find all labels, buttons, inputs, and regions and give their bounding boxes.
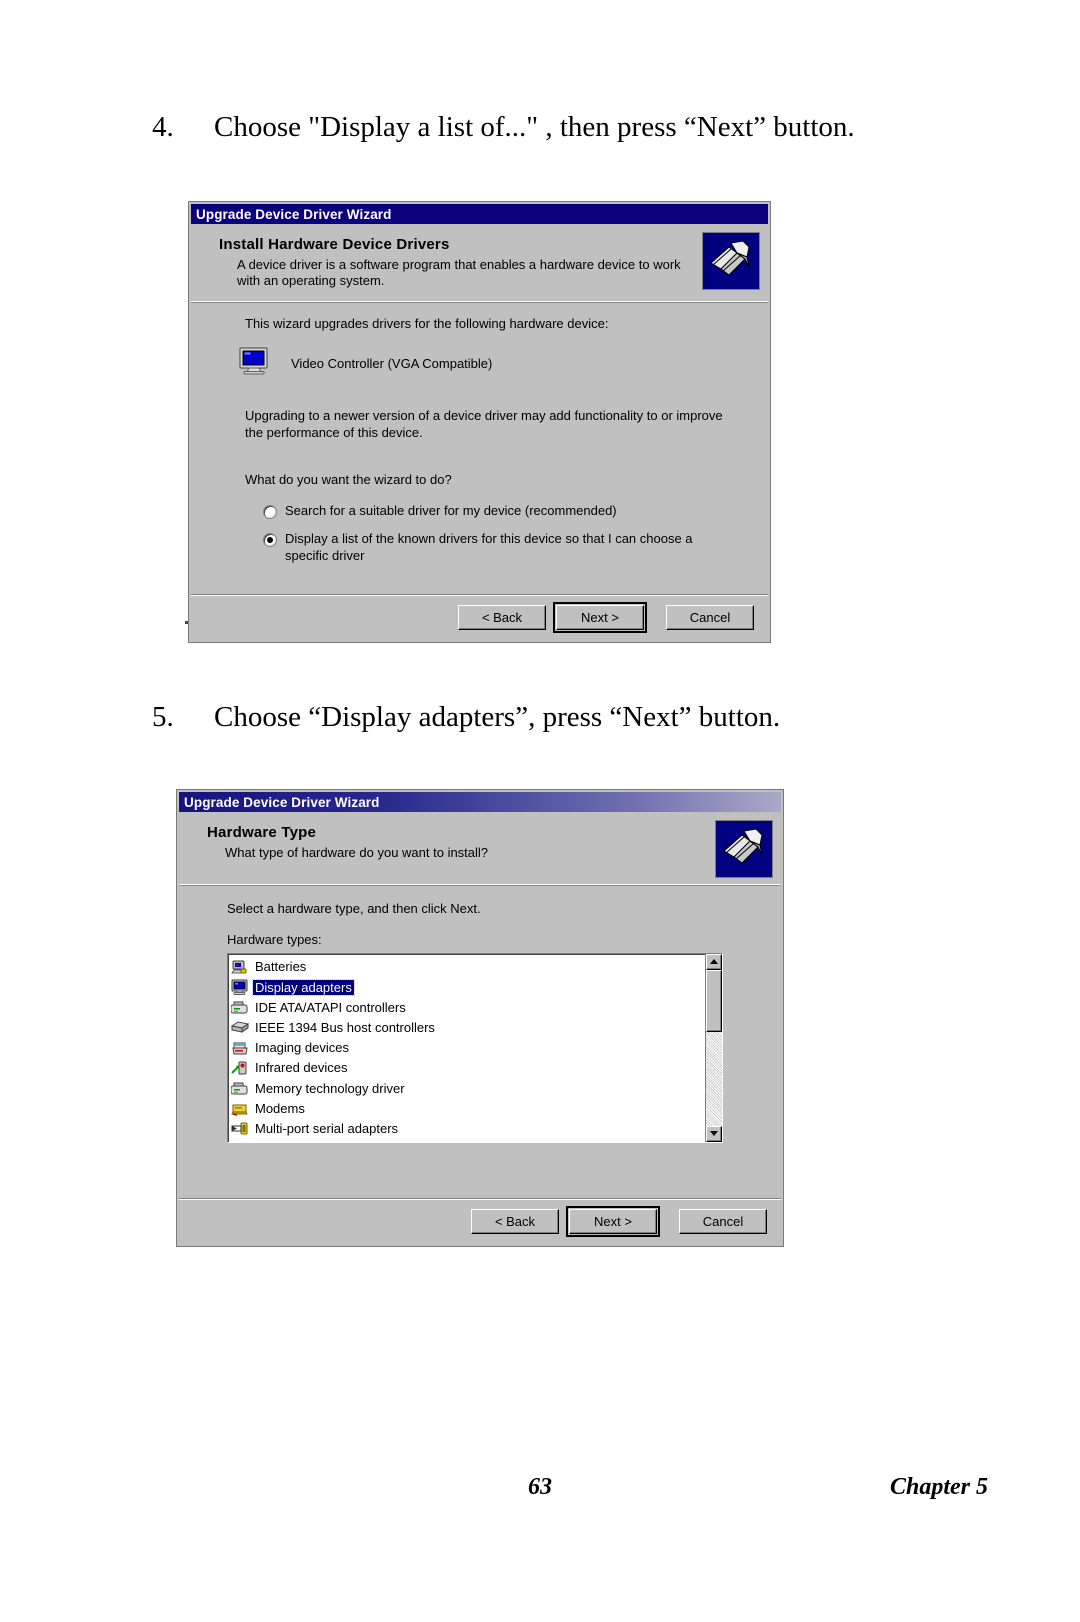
controller-icon	[230, 1080, 249, 1096]
cancel-button-1[interactable]: Cancel	[666, 605, 754, 630]
list-item-label: Display adapters	[252, 978, 355, 996]
list-item-label: Memory technology driver	[255, 1080, 405, 1096]
scroll-down-arrow-icon	[710, 1131, 718, 1137]
next-button-1[interactable]: Next >	[553, 602, 647, 633]
step-4: 4. Choose "Display a list of..." , then …	[152, 113, 855, 142]
back-button-2[interactable]: < Back	[471, 1209, 559, 1234]
back-button-1[interactable]: < Back	[458, 605, 546, 630]
list-item-display-adapters[interactable]: Display adapters	[231, 977, 722, 997]
step-4-text: Choose "Display a list of..." , then pre…	[214, 111, 855, 143]
cancel-button-2[interactable]: Cancel	[679, 1209, 767, 1234]
modem-icon	[231, 1100, 249, 1116]
dialog-2-title: Upgrade Device Driver Wizard	[184, 794, 380, 810]
listbox-scrollbar[interactable]	[705, 953, 722, 1142]
hardware-types-listbox[interactable]: Batteries Display adapters IDE ATA/ATAPI…	[227, 952, 723, 1143]
list-item-label: IEEE 1394 Bus host controllers	[255, 1019, 435, 1035]
dialog-1-paragraph: Upgrading to a newer version of a device…	[245, 407, 723, 440]
scanner-icon	[231, 1040, 249, 1056]
list-item[interactable]: Imaging devices	[231, 1038, 722, 1058]
list-item[interactable]: Modems	[231, 1098, 722, 1118]
radio-button-display-list[interactable]	[263, 533, 277, 548]
dialog-2-header-title: Hardware Type	[207, 824, 317, 841]
infrared-icon	[231, 1060, 249, 1076]
upgrade-device-driver-wizard-dialog-2[interactable]: Upgrade Device Driver Wizard Hardware Ty…	[177, 790, 783, 1246]
list-item[interactable]: Infrared devices	[231, 1058, 722, 1078]
list-item-label: Imaging devices	[255, 1040, 349, 1056]
step-5-number: 5.	[152, 701, 174, 733]
device-name: Video Controller (VGA Compatible)	[291, 355, 493, 371]
list-item-label: Multi-port serial adapters	[255, 1120, 399, 1136]
page-footer: 63 Chapter 5	[0, 1474, 1080, 1504]
dialog-1-question: What do you want the wizard to do?	[245, 471, 452, 487]
dialog-1-button-strip: < Back Next > Cancel	[191, 594, 768, 640]
serial-adapter-icon	[231, 1120, 249, 1136]
dialog-2-header-subtitle: What type of hardware do you want to ins…	[225, 845, 489, 860]
dialog-1-title: Upgrade Device Driver Wizard	[196, 206, 392, 222]
list-item[interactable]: Multi-port serial adapters	[231, 1118, 722, 1138]
radio-option-search[interactable]: Search for a suitable driver for my devi…	[263, 503, 754, 520]
scan-artifact-dot	[185, 621, 188, 624]
device-row: Video Controller (VGA Compatible)	[239, 347, 754, 380]
chapter-label: Chapter 5	[889, 1474, 988, 1500]
list-item[interactable]: IDE ATA/ATAPI controllers	[230, 997, 722, 1017]
step-4-number: 4.	[152, 111, 174, 143]
dialog-2-instruction: Select a hardware type, and then click N…	[227, 901, 481, 916]
dialog-1-header: Install Hardware Device Drivers A device…	[191, 224, 768, 303]
step-5: 5. Choose “Display adapters”, press “Nex…	[152, 703, 780, 732]
next-button-2[interactable]: Next >	[566, 1206, 660, 1237]
wizard-gears-icon	[702, 232, 760, 290]
radio-option-search-label: Search for a suitable driver for my devi…	[285, 502, 617, 518]
firewire-icon	[230, 1019, 250, 1035]
scroll-up-button[interactable]	[706, 953, 722, 970]
scroll-up-arrow-icon	[710, 959, 718, 965]
monitor-icon	[239, 347, 269, 380]
dialog-2-header: Hardware Type What type of hardware do y…	[179, 812, 781, 886]
dialog-1-header-subtitle: A device driver is a software program th…	[237, 257, 681, 289]
dialog-1-intro: This wizard upgrades drivers for the fol…	[245, 316, 609, 331]
list-item[interactable]: Memory technology driver	[230, 1078, 722, 1098]
radio-option-display-list-label: Display a list of the known drivers for …	[285, 531, 693, 564]
list-item-label: Modems	[255, 1100, 305, 1116]
monitor-icon	[231, 979, 249, 996]
dialog-1-body: This wizard upgrades drivers for the fol…	[191, 302, 768, 565]
dialog-2-button-strip: < Back Next > Cancel	[179, 1198, 781, 1244]
radio-option-display-list[interactable]: Display a list of the known drivers for …	[263, 531, 733, 565]
radio-button-search[interactable]	[263, 504, 277, 519]
list-item-label: Infrared devices	[255, 1060, 348, 1076]
list-item-label: IDE ATA/ATAPI controllers	[255, 999, 406, 1015]
list-item[interactable]: IEEE 1394 Bus host controllers	[230, 1017, 722, 1037]
dialog-2-titlebar[interactable]: Upgrade Device Driver Wizard	[179, 792, 781, 812]
upgrade-device-driver-wizard-dialog-1[interactable]: Upgrade Device Driver Wizard Install Har…	[189, 202, 770, 642]
hardware-types-list[interactable]: Batteries Display adapters IDE ATA/ATAPI…	[228, 954, 722, 1139]
dialog-1-titlebar[interactable]: Upgrade Device Driver Wizard	[191, 204, 768, 224]
dialog-1-header-title: Install Hardware Device Drivers	[219, 236, 450, 253]
battery-icon	[231, 959, 249, 975]
hardware-types-label: Hardware types:	[227, 931, 322, 947]
controller-icon	[230, 999, 249, 1015]
wizard-gears-icon	[715, 820, 773, 878]
dialog-2-body: Select a hardware type, and then click N…	[179, 885, 781, 1143]
scroll-down-button[interactable]	[706, 1125, 722, 1142]
scrollbar-thumb[interactable]	[706, 969, 722, 1032]
list-item-label: Batteries	[255, 959, 307, 975]
step-5-text: Choose “Display adapters”, press “Next” …	[214, 701, 781, 733]
list-item[interactable]: Batteries	[231, 957, 722, 977]
